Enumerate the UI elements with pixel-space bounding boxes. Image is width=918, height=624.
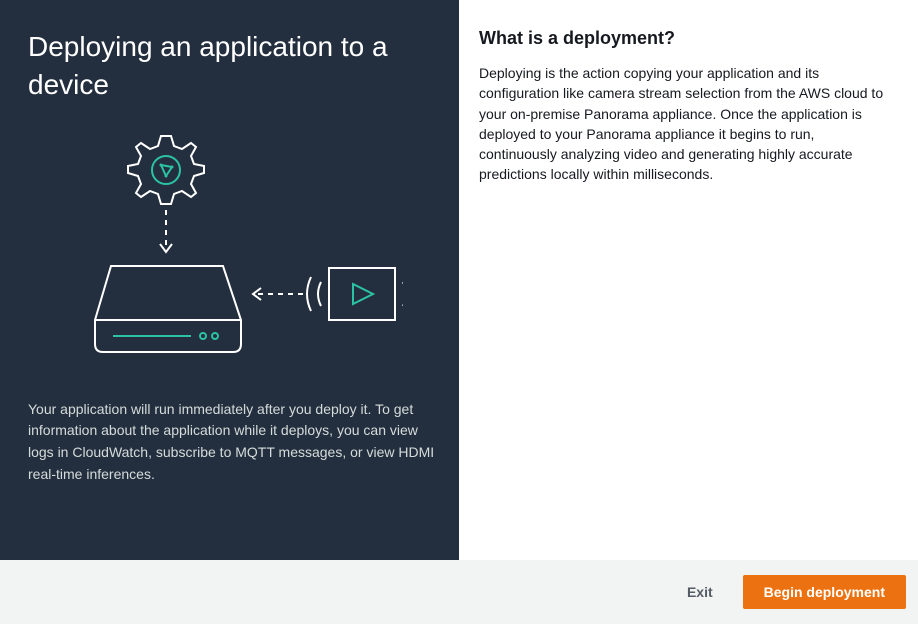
footer-actions: Exit Begin deployment xyxy=(0,560,918,624)
arrow-left-icon xyxy=(253,288,303,300)
device-icon xyxy=(95,266,241,352)
deployment-diagram-svg xyxy=(63,132,403,377)
right-panel: What is a deployment? Deploying is the a… xyxy=(459,0,918,560)
exit-button[interactable]: Exit xyxy=(667,576,733,608)
begin-deployment-button[interactable]: Begin deployment xyxy=(743,575,906,609)
left-panel: Deploying an application to a device xyxy=(0,0,459,560)
camera-icon xyxy=(307,268,403,320)
main-content: Deploying an application to a device xyxy=(0,0,918,560)
right-title: What is a deployment? xyxy=(479,28,894,49)
left-title: Deploying an application to a device xyxy=(28,28,437,104)
gear-icon xyxy=(128,136,204,204)
right-body: Deploying is the action copying your app… xyxy=(479,63,894,185)
deployment-diagram xyxy=(28,114,437,399)
left-description: Your application will run immediately af… xyxy=(28,399,437,486)
arrow-down-icon xyxy=(160,210,172,252)
